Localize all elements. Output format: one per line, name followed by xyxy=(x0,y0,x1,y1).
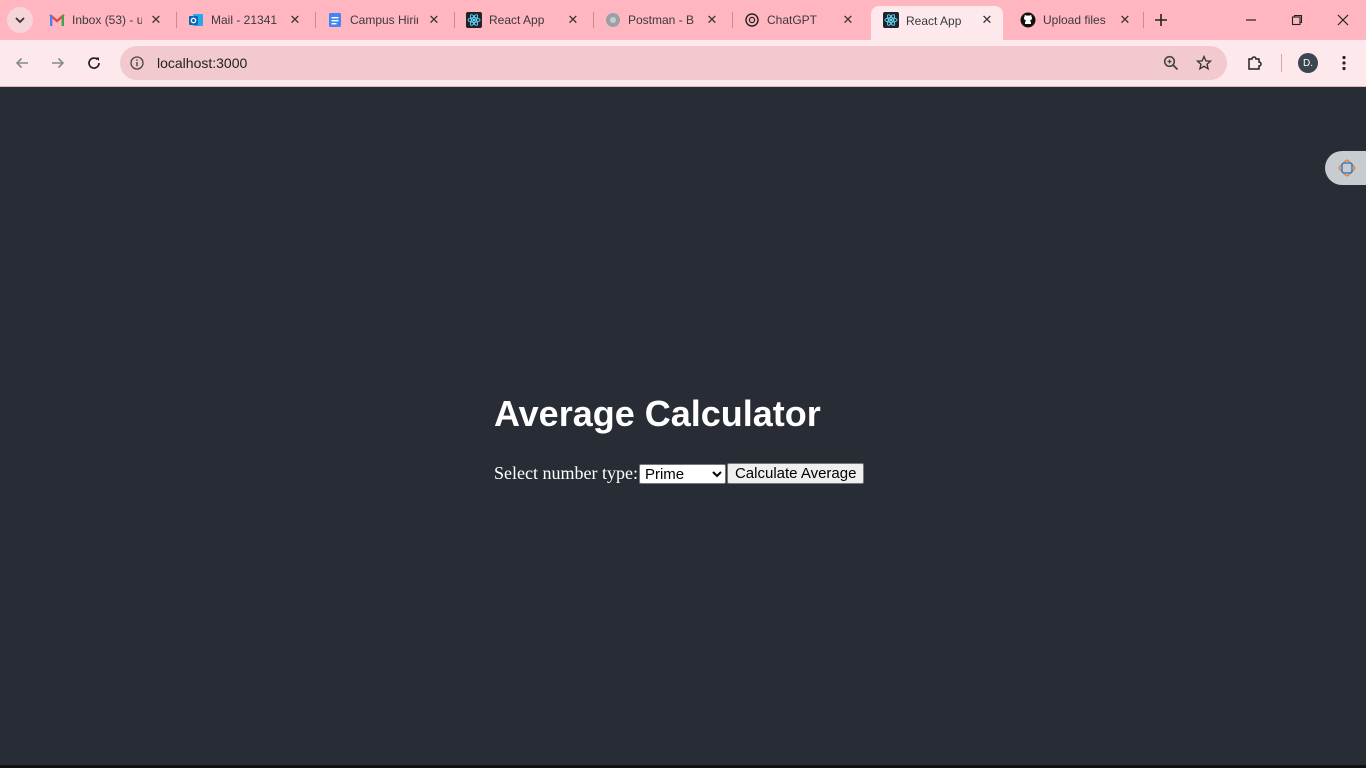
tab-title: Postman - Br xyxy=(628,13,694,27)
more-vertical-icon xyxy=(1342,55,1346,71)
chevron-down-icon xyxy=(15,17,25,24)
zoom-icon[interactable] xyxy=(1163,55,1179,71)
tab-title: ChatGPT xyxy=(767,13,818,27)
arrow-left-icon xyxy=(15,57,28,69)
forward-button[interactable] xyxy=(46,51,70,75)
address-url[interactable]: localhost:3000 xyxy=(157,55,247,71)
controls-row: Select number type: Prime Calculate Aver… xyxy=(494,463,865,484)
outlook-icon xyxy=(188,12,204,28)
restore-icon xyxy=(1291,14,1303,26)
tab-title: Campus Hirin xyxy=(350,13,418,27)
tab-search-button[interactable] xyxy=(7,7,33,33)
new-tab-button[interactable] xyxy=(1150,9,1172,31)
window-close-button[interactable] xyxy=(1320,0,1366,40)
tab-postman[interactable]: Postman - Br ✕ xyxy=(593,0,727,40)
menu-button[interactable] xyxy=(1332,51,1356,75)
page-content: Average Calculator Select number type: P… xyxy=(0,87,1366,765)
chatgpt-icon xyxy=(744,12,760,28)
close-icon[interactable]: ✕ xyxy=(426,12,442,28)
minimize-icon xyxy=(1246,19,1256,21)
page-title: Average Calculator xyxy=(494,393,821,434)
react-icon xyxy=(466,12,482,28)
browser-toolbar: localhost:3000 D. xyxy=(0,40,1366,87)
address-bar[interactable]: localhost:3000 xyxy=(120,46,1227,80)
tab-react-app-active[interactable]: React App ✕ xyxy=(871,6,1003,40)
docs-icon xyxy=(327,12,343,28)
tab-react-app[interactable]: React App ✕ xyxy=(454,0,588,40)
profile-avatar[interactable]: D. xyxy=(1298,53,1318,73)
tab-strip: Inbox (53) - u ✕ Mail - 21341 ✕ Campus H… xyxy=(0,0,1366,40)
react-icon xyxy=(883,12,899,28)
close-icon[interactable]: ✕ xyxy=(287,12,303,28)
minimize-button[interactable] xyxy=(1228,0,1274,40)
bookmark-star-icon[interactable] xyxy=(1196,55,1212,71)
extensions-button[interactable] xyxy=(1243,51,1267,75)
extension-floating-button[interactable] xyxy=(1325,151,1366,185)
reload-button[interactable] xyxy=(82,51,106,75)
tab-chatgpt[interactable]: ChatGPT ✕ xyxy=(732,0,866,40)
tab-title: React App xyxy=(489,13,545,27)
average-calculator-app: Average Calculator Select number type: P… xyxy=(494,393,865,484)
close-icon[interactable]: ✕ xyxy=(1117,12,1133,28)
plus-icon xyxy=(1155,14,1167,26)
close-icon xyxy=(1337,14,1349,26)
close-icon[interactable]: ✕ xyxy=(979,12,995,28)
tab-title: Upload files xyxy=(1043,13,1106,27)
puzzle-icon xyxy=(1248,56,1262,70)
tab-outlook[interactable]: Mail - 21341 ✕ xyxy=(176,0,310,40)
tab-github-upload[interactable]: Upload files ✕ xyxy=(1008,0,1142,40)
extension-logo-icon xyxy=(1338,159,1356,177)
gmail-icon xyxy=(49,12,65,28)
tab-divider xyxy=(1143,12,1144,28)
reload-icon xyxy=(88,57,100,69)
tab-title: Mail - 21341 xyxy=(211,13,277,27)
close-icon[interactable]: ✕ xyxy=(565,12,581,28)
restore-button[interactable] xyxy=(1274,0,1320,40)
globe-icon xyxy=(605,12,621,28)
number-type-select[interactable]: Prime xyxy=(638,463,726,484)
github-icon xyxy=(1020,12,1036,28)
close-icon[interactable]: ✕ xyxy=(840,12,856,28)
site-info-icon[interactable] xyxy=(129,55,145,71)
tab-campus-hiring[interactable]: Campus Hirin ✕ xyxy=(315,0,449,40)
tab-gmail[interactable]: Inbox (53) - u ✕ xyxy=(37,0,171,40)
close-icon[interactable]: ✕ xyxy=(148,12,164,28)
arrow-right-icon xyxy=(52,57,65,69)
toolbar-divider xyxy=(1281,54,1282,72)
back-button[interactable] xyxy=(10,51,34,75)
close-icon[interactable]: ✕ xyxy=(704,12,720,28)
number-type-label: Select number type: xyxy=(494,463,638,483)
tab-title: React App xyxy=(906,14,962,28)
tab-title: Inbox (53) - u xyxy=(72,13,142,27)
calculate-average-button[interactable]: Calculate Average xyxy=(726,463,865,484)
